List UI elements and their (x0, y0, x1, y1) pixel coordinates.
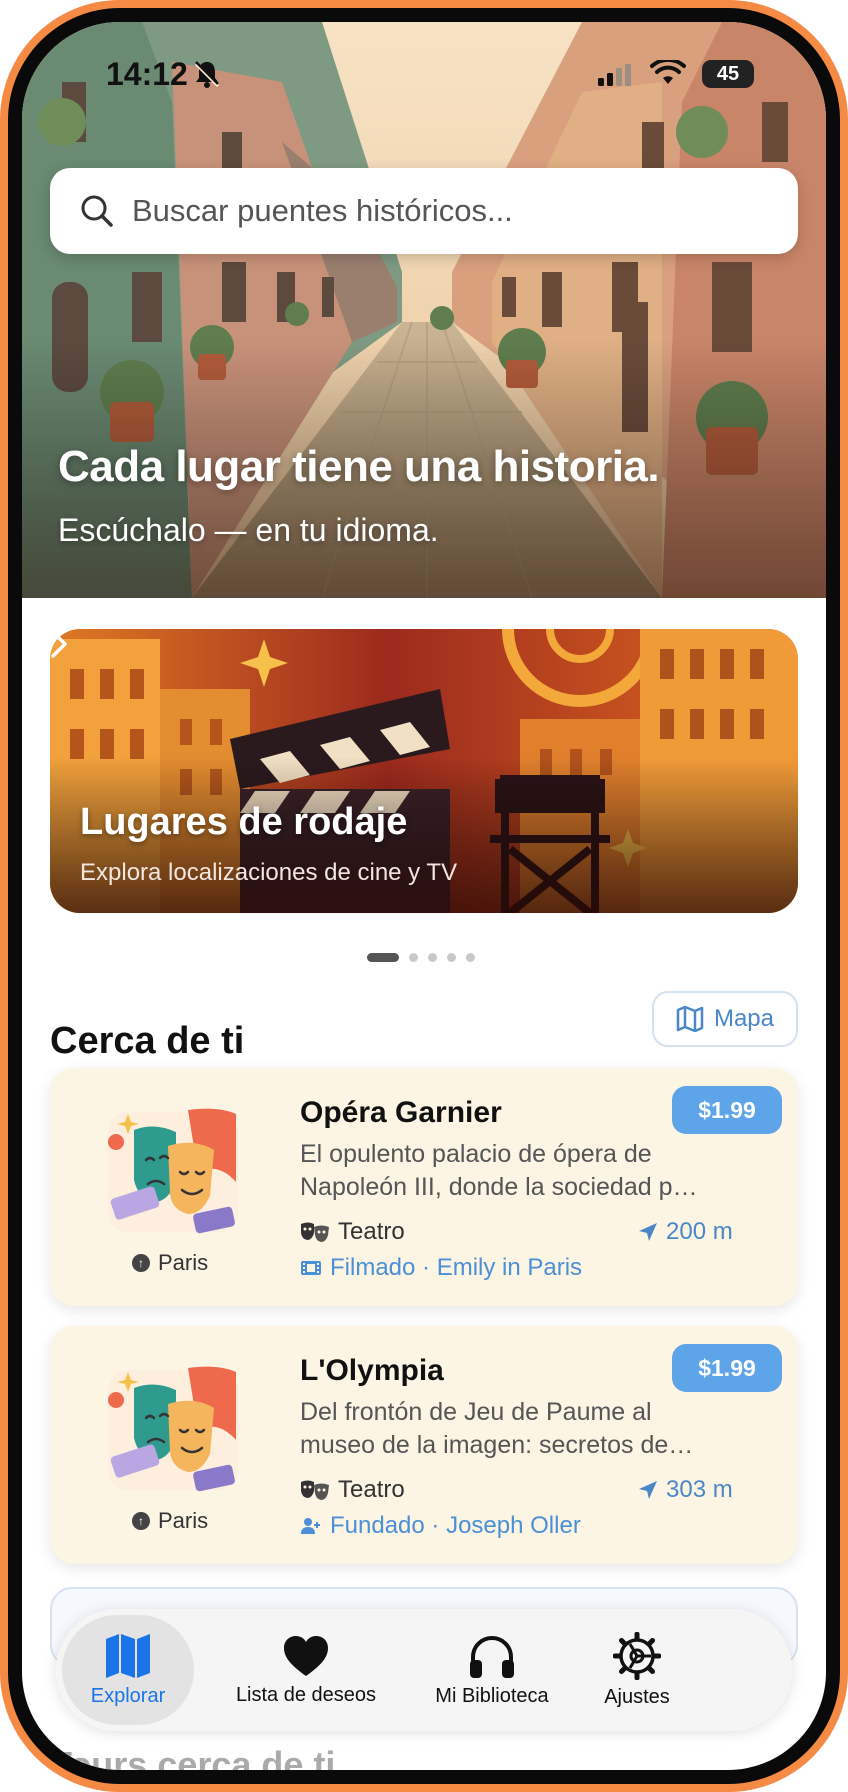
nearby-section-title: Cerca de ti (50, 1020, 245, 1062)
city-name: Paris (158, 1250, 209, 1275)
tours-section-title: Tours cerca de ti (50, 1744, 336, 1770)
place-name: Opéra Garnier (300, 1096, 502, 1129)
filmed-tag[interactable]: Filmado · Emily in Paris (300, 1254, 582, 1282)
map-icon (106, 1633, 150, 1678)
status-time: 14:12 (106, 56, 188, 92)
place-card[interactable]: ↑ Paris L'Olympia $1.99 Del frontón de J… (50, 1326, 798, 1564)
tab-library[interactable]: Mi Biblioteca (412, 1615, 572, 1725)
bell-muted-icon (194, 61, 220, 88)
hero-title: Cada lugar tiene una historia. (58, 442, 660, 491)
page-dot-active[interactable] (367, 953, 399, 962)
theater-masks-icon (301, 1222, 329, 1242)
battery-indicator: 45 (702, 60, 754, 88)
tab-label: Ajustes (604, 1685, 670, 1708)
chevron-right-icon (51, 630, 67, 658)
distance-label: 200 m (638, 1218, 733, 1246)
location-arrow-icon (639, 1223, 657, 1241)
place-description-line: El opulento palacio de ópera de (300, 1140, 652, 1168)
theater-masks-thumbnail (108, 1108, 238, 1234)
tab-label: Mi Biblioteca (435, 1684, 549, 1707)
place-description-line: Del frontón de Jeu de Paume al (300, 1398, 652, 1426)
headphones-icon (470, 1635, 514, 1678)
tag-text: Fundado · Joseph Oller (330, 1512, 581, 1539)
category-label: Teatro (300, 1476, 405, 1504)
founded-tag[interactable]: Fundado · Joseph Oller (300, 1512, 581, 1540)
carousel-page-indicator[interactable] (367, 953, 475, 962)
search-icon (81, 195, 113, 227)
location-pin-icon: ↑ (132, 1254, 150, 1272)
price-badge[interactable]: $1.99 (672, 1344, 782, 1392)
distance-label: 303 m (638, 1476, 733, 1504)
theater-masks-thumbnail (108, 1366, 238, 1492)
map-button-label: Mapa (713, 1005, 775, 1032)
promo-subtitle: Explora localizaciones de cine y TV (80, 859, 458, 886)
category-label: Teatro (300, 1218, 405, 1246)
page-dot[interactable] (428, 953, 437, 962)
city-label: ↑ Paris (132, 1508, 208, 1534)
place-description: Del frontón de Jeu de Paume al museo de … (300, 1396, 730, 1462)
map-button[interactable]: Mapa (652, 991, 798, 1047)
place-card[interactable]: ↑ Paris Opéra Garnier $1.99 El opulento … (50, 1068, 798, 1306)
tag-text: Filmado · Emily in Paris (330, 1254, 583, 1281)
place-description-line: Napoleón III, donde la sociedad p… (300, 1173, 698, 1201)
page-dot[interactable] (447, 953, 456, 962)
gear-icon (613, 1631, 661, 1680)
theater-masks-icon (301, 1480, 329, 1500)
hero-subtitle: Escúchalo — en tu idioma. (58, 512, 439, 548)
place-description-line: museo de la imagen: secretos de… (300, 1431, 694, 1459)
distance-text: 200 m (666, 1218, 733, 1245)
map-outline-icon (676, 1006, 704, 1032)
tab-bar: Explorar Lista de deseos Mi Biblioteca A… (56, 1609, 792, 1731)
price-badge[interactable]: $1.99 (672, 1086, 782, 1134)
person-icon (301, 1518, 320, 1534)
tab-wishlist[interactable]: Lista de deseos (206, 1615, 406, 1725)
app-screen: Cada lugar tiene una historia. Escúchalo… (22, 22, 826, 1770)
location-arrow-icon (639, 1481, 657, 1499)
place-name: L'Olympia (300, 1354, 444, 1387)
search-bar[interactable] (50, 168, 798, 254)
page-dot[interactable] (466, 953, 475, 962)
promo-title: Lugares de rodaje (80, 801, 408, 843)
film-icon (301, 1261, 321, 1275)
promo-card-filming-locations[interactable]: Lugares de rodaje Explora localizaciones… (50, 629, 798, 913)
tab-label: Lista de deseos (235, 1683, 377, 1706)
wifi-icon (650, 60, 686, 84)
page-dot[interactable] (409, 953, 418, 962)
hero-banner: Cada lugar tiene una historia. Escúchalo… (22, 22, 826, 598)
cellular-signal-icon (598, 64, 631, 86)
city-name: Paris (158, 1508, 209, 1533)
tab-settings[interactable]: Ajustes (582, 1615, 692, 1725)
city-label: ↑ Paris (132, 1250, 208, 1276)
heart-icon (284, 1635, 328, 1676)
tab-explorar[interactable]: Explorar (62, 1615, 194, 1725)
search-input[interactable] (132, 193, 732, 229)
location-pin-icon: ↑ (132, 1512, 150, 1530)
distance-text: 303 m (666, 1476, 733, 1503)
place-description: El opulento palacio de ópera de Napoleón… (300, 1138, 730, 1204)
category-text: Teatro (338, 1218, 405, 1245)
tab-label: Explorar (90, 1684, 166, 1707)
category-text: Teatro (338, 1476, 405, 1503)
